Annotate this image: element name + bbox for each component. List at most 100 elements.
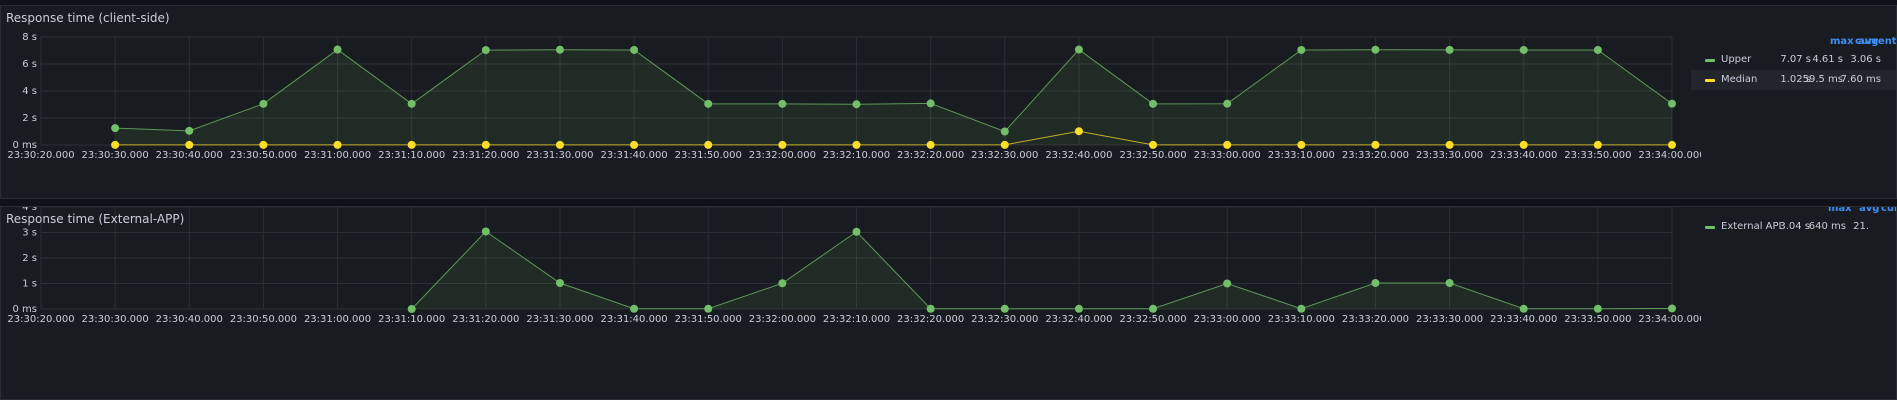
data-point-external-api[interactable] — [778, 279, 787, 288]
legend-value-max: 7.07 s — [1780, 54, 1811, 65]
x-tick-label: 23:31:50.000 — [675, 150, 742, 161]
data-point-upper[interactable] — [1593, 45, 1602, 54]
legend-item-upper[interactable]: Upper 7.07 s 4.61 s 3.06 s — [1691, 50, 1896, 70]
x-tick-label: 23:33:00.000 — [1194, 314, 1261, 325]
legend-header-current: curr — [1881, 206, 1896, 214]
legend-item-external-api[interactable]: External API 3.04 s 640 ms 21. — [1691, 217, 1896, 237]
data-point-median[interactable] — [1668, 140, 1676, 149]
data-point-median[interactable] — [555, 140, 564, 149]
data-point-upper[interactable] — [407, 99, 416, 108]
x-tick-label: 23:34:00.000 — [1638, 150, 1701, 161]
data-point-median[interactable] — [481, 140, 490, 149]
data-point-external-api[interactable] — [1074, 304, 1083, 313]
data-point-external-api[interactable] — [852, 227, 861, 236]
data-point-upper[interactable] — [1223, 99, 1232, 108]
data-point-external-api[interactable] — [407, 305, 416, 313]
x-tick-label: 23:33:30.000 — [1416, 314, 1483, 325]
legend-value-current: 3.06 s — [1850, 54, 1881, 65]
legend-item-median[interactable]: Median 1.02 s 59.5 ms 7.60 ms — [1691, 70, 1896, 90]
data-point-upper[interactable] — [1519, 45, 1528, 54]
data-point-median[interactable] — [1519, 140, 1528, 149]
legend-series-name: Median — [1721, 74, 1758, 85]
data-point-upper[interactable] — [185, 126, 194, 135]
y-tick-label: 3 s — [22, 228, 37, 239]
data-point-external-api[interactable] — [1445, 278, 1454, 287]
data-point-external-api[interactable] — [1371, 278, 1380, 287]
data-point-external-api[interactable] — [481, 227, 490, 236]
data-point-median[interactable] — [407, 140, 416, 149]
legend-external-app: max avg curr External API3.04 s640 ms 21. — [1691, 206, 1896, 263]
data-point-external-api[interactable] — [1593, 304, 1602, 313]
data-point-median[interactable] — [1000, 140, 1009, 149]
data-point-upper[interactable] — [481, 46, 490, 55]
data-point-median[interactable] — [630, 140, 639, 149]
data-point-median[interactable] — [704, 140, 713, 149]
x-tick-label: 23:31:50.000 — [675, 314, 742, 325]
data-point-median[interactable] — [333, 140, 342, 149]
data-point-upper[interactable] — [1297, 45, 1306, 54]
data-point-external-api[interactable] — [1000, 304, 1009, 313]
x-tick-label: 23:30:20.000 — [7, 150, 74, 161]
data-point-median[interactable] — [185, 140, 194, 149]
x-tick-label: 23:31:20.000 — [452, 314, 519, 325]
data-point-external-api[interactable] — [926, 304, 935, 313]
chart-client-side[interactable]: 0 ms2 s4 s6 s8 s23:30:20.000 23:30:30.000… — [1, 6, 1701, 199]
data-point-median[interactable] — [1593, 140, 1602, 149]
x-tick-label: 23:32:20.000 — [897, 150, 964, 161]
data-point-upper[interactable] — [1149, 99, 1158, 108]
panel-client-side: 0 ms 2 s4 s6 s8 s 23:30:20.000 23:30:30.000… — [0, 5, 1897, 199]
data-point-external-api[interactable] — [555, 278, 564, 287]
legend-value-max: 3.04 s — [1779, 221, 1810, 232]
x-tick-label: 23:32:30.000 — [971, 150, 1038, 161]
data-point-upper[interactable] — [852, 100, 861, 109]
data-point-median[interactable] — [1223, 140, 1232, 149]
x-tick-label: 23:32:10.000 — [823, 314, 890, 325]
legend-header-current: current — [1855, 36, 1897, 47]
data-point-upper[interactable] — [1000, 127, 1009, 136]
chart-external-app[interactable]: 0 ms1 s2 s3 s4 s23:30:20.000 23:30:30.000… — [1, 207, 1701, 400]
data-point-upper[interactable] — [1445, 45, 1454, 54]
x-tick-label: 23:32:30.000 — [971, 314, 1038, 325]
x-tick-label: 23:33:40.000 — [1490, 314, 1557, 325]
data-point-median[interactable] — [1445, 140, 1454, 149]
data-point-upper[interactable] — [630, 45, 639, 54]
data-point-external-api[interactable] — [1297, 304, 1306, 313]
data-point-median[interactable] — [1149, 140, 1158, 149]
data-point-median[interactable] — [111, 140, 120, 149]
data-point-external-api[interactable] — [1223, 279, 1232, 288]
data-point-upper[interactable] — [704, 99, 713, 108]
legend-swatch — [1705, 79, 1715, 82]
x-tick-label: 23:31:30.000 — [526, 314, 593, 325]
data-point-upper[interactable] — [1668, 99, 1676, 108]
data-point-upper[interactable] — [111, 124, 120, 133]
data-point-upper[interactable] — [926, 99, 935, 108]
data-point-upper[interactable] — [1074, 45, 1083, 54]
data-point-external-api[interactable] — [1519, 304, 1528, 313]
data-point-external-api[interactable] — [1149, 304, 1158, 313]
data-point-median[interactable] — [1371, 140, 1380, 149]
data-point-upper[interactable] — [259, 99, 268, 108]
data-point-median[interactable] — [852, 140, 861, 149]
x-tick-label: 23:31:40.000 — [600, 314, 667, 325]
y-tick-label: 2 s — [22, 253, 37, 264]
data-point-upper[interactable] — [555, 45, 564, 54]
data-point-upper[interactable] — [1371, 45, 1380, 54]
data-point-upper[interactable] — [778, 99, 787, 108]
x-tick-label: 23:32:50.000 — [1119, 150, 1186, 161]
legend-series-name: External API — [1721, 221, 1782, 232]
legend-value-avg: 4.61 s — [1812, 54, 1843, 65]
data-point-external-api[interactable] — [630, 304, 639, 313]
x-tick-label: 23:31:10.000 — [378, 150, 445, 161]
data-point-median[interactable] — [1297, 140, 1306, 149]
y-tick-label: 2 s — [22, 113, 37, 124]
data-point-median[interactable] — [778, 140, 787, 149]
data-point-median[interactable] — [259, 140, 268, 149]
data-point-median[interactable] — [1074, 127, 1083, 136]
data-point-upper[interactable] — [333, 45, 342, 54]
data-point-external-api[interactable] — [1668, 304, 1676, 313]
x-tick-label: 23:31:10.000 — [378, 314, 445, 325]
x-tick-label: 23:32:10.000 — [823, 150, 890, 161]
y-tick-label: 8 s — [22, 32, 37, 43]
data-point-external-api[interactable] — [704, 304, 713, 313]
data-point-median[interactable] — [926, 140, 935, 149]
